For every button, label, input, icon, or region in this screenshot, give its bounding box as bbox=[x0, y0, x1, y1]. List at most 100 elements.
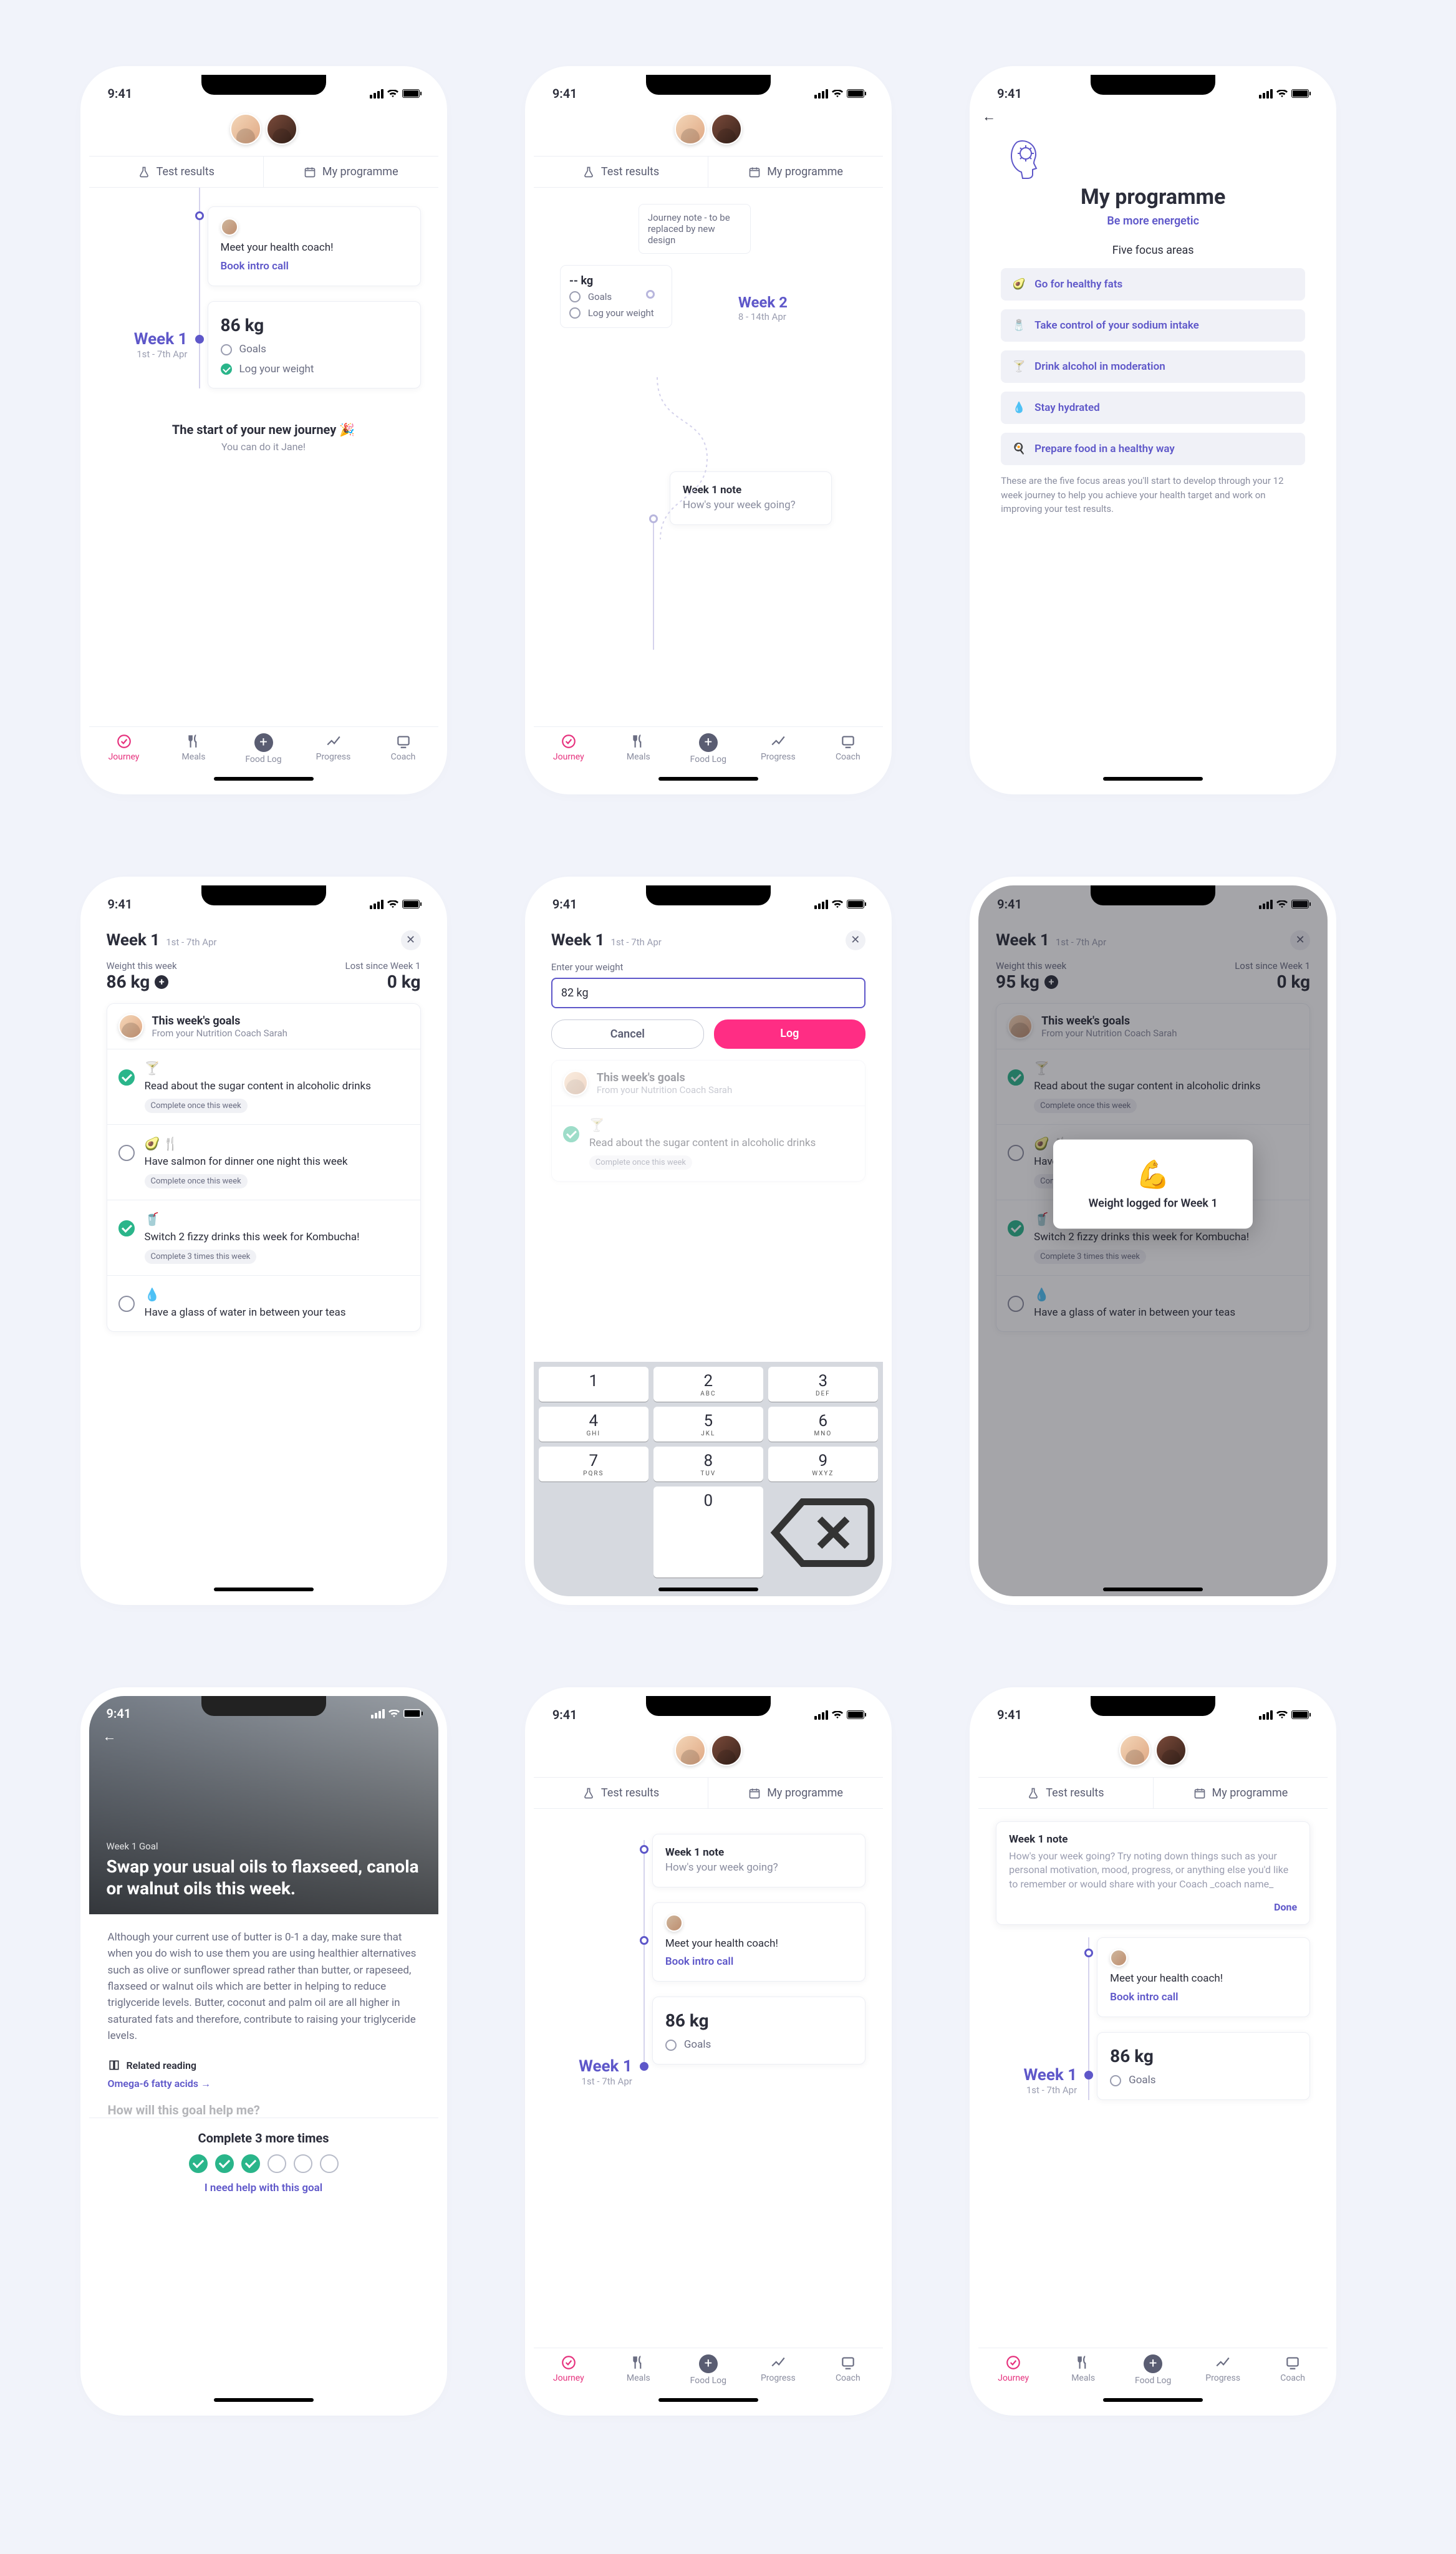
goal-item[interactable]: 💧Have a glass of water in between your t… bbox=[107, 1275, 420, 1331]
goal-check[interactable] bbox=[1008, 1296, 1024, 1312]
goal-check[interactable] bbox=[118, 1145, 135, 1161]
goal-item[interactable]: 💧Have a glass of water in between your t… bbox=[996, 1275, 1309, 1331]
key-0[interactable]: 0 bbox=[653, 1487, 763, 1578]
avatar-coach[interactable] bbox=[711, 1735, 742, 1766]
week1-note-card[interactable]: Week 1 note How's your week going? bbox=[652, 1834, 865, 1887]
weight-card[interactable]: 86 kg Goals bbox=[652, 1997, 865, 2065]
dot-done[interactable] bbox=[189, 2154, 208, 2173]
nav-foodlog[interactable]: +Food Log bbox=[673, 2354, 743, 2386]
tab-my-programme[interactable]: My programme bbox=[1154, 1778, 1328, 1808]
back-button[interactable]: ← bbox=[978, 105, 1328, 125]
add-weight-button[interactable]: + bbox=[155, 975, 168, 989]
nav-progress[interactable]: Progress bbox=[1188, 2354, 1258, 2386]
avatar-user[interactable] bbox=[230, 113, 261, 145]
dot-done[interactable] bbox=[215, 2154, 234, 2173]
key-delete[interactable] bbox=[768, 1487, 878, 1578]
dot-done[interactable] bbox=[241, 2154, 260, 2173]
coach-card[interactable]: Meet your health coach! Book intro call bbox=[652, 1902, 865, 1982]
key-3[interactable]: 3DEF bbox=[768, 1367, 878, 1402]
key-8[interactable]: 8TUV bbox=[653, 1447, 763, 1482]
focus-area-item[interactable]: 🍸Drink alcohol in moderation bbox=[1001, 350, 1305, 383]
goal-item[interactable]: 🥤Switch 2 fizzy drinks this week for Kom… bbox=[107, 1200, 420, 1275]
focus-area-item[interactable]: 🥑Go for healthy fats bbox=[1001, 268, 1305, 301]
coach-card[interactable]: Meet your health coach! Book intro call bbox=[208, 206, 421, 286]
tab-my-programme[interactable]: My programme bbox=[708, 157, 883, 187]
key-4[interactable]: 4GHI bbox=[539, 1407, 648, 1442]
weight-card[interactable]: 86 kg Goals Log your weight bbox=[208, 301, 421, 389]
nav-progress[interactable]: Progress bbox=[743, 2354, 813, 2386]
goal-item[interactable]: 🥑 🍴Have salmon for dinner one night this… bbox=[107, 1124, 420, 1200]
key-5[interactable]: 5JKL bbox=[653, 1407, 763, 1442]
avatar-user[interactable] bbox=[1119, 1735, 1150, 1766]
close-button[interactable]: ✕ bbox=[846, 930, 865, 950]
back-button[interactable]: ← bbox=[103, 1728, 117, 1745]
note-placeholder[interactable]: How's your week going? Try noting down t… bbox=[1009, 1849, 1297, 1891]
nav-foodlog[interactable]: +Food Log bbox=[673, 733, 743, 764]
coach-card[interactable]: Meet your health coach! Book intro call bbox=[1097, 1937, 1310, 2017]
nav-coach[interactable]: Coach bbox=[369, 733, 438, 764]
add-weight-button[interactable]: + bbox=[1044, 975, 1058, 989]
nav-foodlog[interactable]: +Food Log bbox=[229, 733, 299, 764]
nav-journey[interactable]: Journey bbox=[534, 733, 604, 764]
tab-test-results[interactable]: Test results bbox=[89, 157, 264, 187]
cancel-button[interactable]: Cancel bbox=[551, 1019, 704, 1049]
note-editor[interactable]: Week 1 note How's your week going? Try n… bbox=[996, 1821, 1310, 1925]
close-button[interactable]: ✕ bbox=[1290, 930, 1310, 950]
goal-check[interactable] bbox=[1008, 1220, 1024, 1236]
related-link[interactable]: Omega-6 fatty acids → bbox=[89, 2071, 438, 2090]
nav-journey[interactable]: Journey bbox=[89, 733, 159, 764]
goal-check[interactable] bbox=[118, 1296, 135, 1312]
avatar-coach[interactable] bbox=[711, 113, 742, 145]
done-button[interactable]: Done bbox=[1009, 1901, 1297, 1913]
dot-empty[interactable] bbox=[268, 2154, 286, 2173]
book-intro-link[interactable]: Book intro call bbox=[221, 259, 408, 274]
key-6[interactable]: 6MNO bbox=[768, 1407, 878, 1442]
weight-card[interactable]: 86 kg Goals bbox=[1097, 2032, 1310, 2100]
key-9[interactable]: 9WXYZ bbox=[768, 1447, 878, 1482]
goal-item[interactable]: 🍸Read about the sugar content in alcohol… bbox=[996, 1049, 1309, 1124]
nav-progress[interactable]: Progress bbox=[299, 733, 369, 764]
avatar-user[interactable] bbox=[675, 113, 706, 145]
tab-my-programme[interactable]: My programme bbox=[264, 157, 438, 187]
nav-coach[interactable]: Coach bbox=[813, 733, 883, 764]
goal-check[interactable] bbox=[1008, 1145, 1024, 1161]
focus-area-item[interactable]: 🍳Prepare food in a healthy way bbox=[1001, 433, 1305, 465]
avatar-coach[interactable] bbox=[1155, 1735, 1187, 1766]
key-7[interactable]: 7PQRS bbox=[539, 1447, 648, 1482]
nav-journey[interactable]: Journey bbox=[978, 2354, 1048, 2386]
nav-meals[interactable]: Meals bbox=[1048, 2354, 1118, 2386]
goal-check[interactable] bbox=[118, 1069, 135, 1086]
weight-card-empty[interactable]: -- kg Goals Log your weight bbox=[560, 265, 672, 328]
nav-progress[interactable]: Progress bbox=[743, 733, 813, 764]
book-intro-link[interactable]: Book intro call bbox=[1110, 1990, 1297, 2005]
goal-check[interactable] bbox=[118, 1220, 135, 1236]
avatar-coach[interactable] bbox=[266, 113, 297, 145]
tab-test-results[interactable]: Test results bbox=[978, 1778, 1154, 1808]
weight-input[interactable]: 82 kg bbox=[551, 978, 865, 1008]
nav-foodlog[interactable]: +Food Log bbox=[1118, 2354, 1188, 2386]
book-intro-link[interactable]: Book intro call bbox=[665, 1955, 852, 1970]
avatar-user[interactable] bbox=[675, 1735, 706, 1766]
tab-test-results[interactable]: Test results bbox=[534, 157, 709, 187]
nav-meals[interactable]: Meals bbox=[159, 733, 229, 764]
nav-coach[interactable]: Coach bbox=[813, 2354, 883, 2386]
goal-item[interactable]: 🍸Read about the sugar content in alcohol… bbox=[107, 1049, 420, 1124]
nav-journey[interactable]: Journey bbox=[534, 2354, 604, 2386]
nav-coach[interactable]: Coach bbox=[1258, 2354, 1328, 2386]
close-button[interactable]: ✕ bbox=[401, 930, 421, 950]
dot-empty[interactable] bbox=[320, 2154, 339, 2173]
nav-meals[interactable]: Meals bbox=[604, 733, 673, 764]
tab-my-programme[interactable]: My programme bbox=[708, 1778, 883, 1808]
dot-empty[interactable] bbox=[294, 2154, 312, 2173]
focus-area-item[interactable]: 🧂Take control of your sodium intake bbox=[1001, 309, 1305, 342]
key-2[interactable]: 2ABC bbox=[653, 1367, 763, 1402]
completion-dots[interactable] bbox=[108, 2154, 420, 2173]
avatars[interactable] bbox=[89, 105, 438, 156]
key-1[interactable]: 1 bbox=[539, 1367, 648, 1402]
focus-area-item[interactable]: 💧Stay hydrated bbox=[1001, 392, 1305, 424]
tab-test-results[interactable]: Test results bbox=[534, 1778, 709, 1808]
log-button[interactable]: Log bbox=[714, 1019, 865, 1049]
need-help-link[interactable]: I need help with this goal bbox=[108, 2182, 420, 2194]
goal-check[interactable] bbox=[1008, 1069, 1024, 1086]
nav-meals[interactable]: Meals bbox=[604, 2354, 673, 2386]
